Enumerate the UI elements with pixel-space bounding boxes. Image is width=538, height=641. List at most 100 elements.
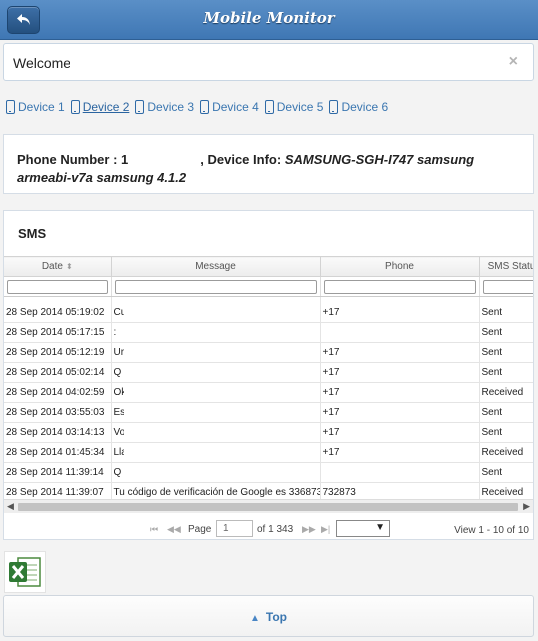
message-cell: Voy a bbox=[111, 422, 321, 443]
message-redacted bbox=[123, 443, 319, 462]
phone-icon bbox=[264, 100, 274, 114]
excel-export-icon[interactable] bbox=[4, 551, 46, 593]
message-cell: Q ha bbox=[111, 362, 321, 383]
message-cell: Urb la bbox=[111, 342, 321, 363]
table-row[interactable]: 28 Sep 2014 05:12:19Urb la+17Sent bbox=[4, 342, 533, 363]
sms-panel: SMS Date⬍ Message Phone SMS Status bbox=[3, 210, 534, 540]
close-icon[interactable]: × bbox=[509, 53, 518, 71]
sort-icon[interactable]: ⬍ bbox=[66, 262, 73, 271]
date-cell: 28 Sep 2014 03:14:13 bbox=[4, 422, 112, 443]
phone-redacted bbox=[338, 383, 459, 402]
column-header-phone[interactable]: Phone bbox=[320, 256, 480, 277]
message-redacted bbox=[123, 463, 319, 482]
message-filter-input[interactable] bbox=[114, 279, 317, 294]
page-count: of 1 343 bbox=[257, 524, 294, 535]
phone-number-value: 1 bbox=[121, 152, 129, 167]
device-info-label: , Device Info: bbox=[200, 152, 282, 167]
phone-redacted bbox=[338, 343, 459, 362]
prev-page-icon[interactable]: ◀◀ bbox=[167, 524, 181, 535]
up-arrow-icon: ▲ bbox=[249, 613, 260, 624]
phone-icon bbox=[6, 100, 15, 114]
horizontal-scrollbar[interactable]: ◀ ▶ bbox=[4, 499, 533, 513]
phone-number-label: Phone Number : bbox=[17, 152, 118, 167]
table-row[interactable]: 28 Sep 2014 05:19:02Cuan+17Sent bbox=[4, 302, 533, 323]
device-link-label: Device 3 bbox=[147, 100, 195, 114]
sms-table: Date⬍ Message Phone SMS Status 28 Sep 20… bbox=[4, 256, 533, 503]
scroll-right-icon[interactable]: ▶ bbox=[523, 501, 530, 512]
app-title: Mobile Monitor bbox=[203, 9, 335, 27]
status-filter-input[interactable] bbox=[482, 279, 533, 294]
message-redacted bbox=[123, 363, 319, 382]
welcome-user-redacted bbox=[70, 54, 215, 72]
message-redacted bbox=[123, 403, 319, 422]
phone-cell: +17 bbox=[320, 362, 480, 383]
first-page-icon[interactable]: ⏮ bbox=[150, 524, 158, 535]
message-redacted bbox=[123, 343, 319, 362]
phone-icon bbox=[135, 100, 145, 114]
page-label: Page bbox=[188, 524, 212, 535]
device-link-5[interactable]: Device 5 bbox=[264, 97, 324, 117]
message-cell: Ok bbox=[111, 382, 321, 403]
rows-per-page-select[interactable]: ▼ bbox=[336, 520, 390, 537]
column-header-date[interactable]: Date ⬍ bbox=[4, 256, 112, 277]
device-link-label: Device 1 bbox=[18, 100, 65, 114]
table-row[interactable]: 28 Sep 2014 05:17:15: Sent bbox=[4, 322, 533, 343]
sms-title: SMS bbox=[18, 226, 47, 241]
device-link-6[interactable]: Device 6 bbox=[329, 97, 388, 117]
device-link-1[interactable]: Device 1 bbox=[6, 97, 65, 117]
sms-header-row: Date⬍ Message Phone SMS Status bbox=[4, 256, 533, 277]
device-link-4[interactable]: Device 4 bbox=[200, 97, 259, 117]
top-button[interactable]: ▲ Top bbox=[3, 595, 534, 637]
device-tabs: Device 1 Device 2 Device 3 Device 4 Devi… bbox=[6, 97, 388, 117]
phone-cell: +17 bbox=[320, 382, 480, 403]
phone-redacted bbox=[338, 423, 459, 442]
next-page-icon[interactable]: ▶▶ bbox=[302, 524, 316, 535]
device-link-label: Device 5 bbox=[276, 100, 324, 114]
device-link-label: Device 2 bbox=[82, 100, 130, 114]
phone-cell bbox=[320, 322, 480, 343]
message-cell: Llama bbox=[111, 442, 321, 463]
device-link-label: Device 4 bbox=[212, 100, 259, 114]
phone-cell: +17 bbox=[320, 422, 480, 443]
message-redacted bbox=[123, 323, 319, 342]
table-row[interactable]: 28 Sep 2014 04:02:59 Ok +17 Received bbox=[4, 382, 533, 403]
status-cell: Sent bbox=[479, 362, 533, 383]
phone-redacted bbox=[338, 403, 459, 422]
table-row[interactable]: 28 Sep 2014 01:45:34Llama+17Received bbox=[4, 442, 533, 463]
table-row[interactable]: 28 Sep 2014 05:02:14Q ha+17Sent bbox=[4, 362, 533, 383]
chevron-down-icon: ▼ bbox=[375, 522, 385, 533]
table-row[interactable]: 28 Sep 2014 03:55:03Estoy+17Sent bbox=[4, 402, 533, 423]
last-page-icon[interactable]: ▶| bbox=[321, 524, 330, 535]
device-link-3[interactable]: Device 3 bbox=[135, 97, 194, 117]
scroll-thumb[interactable] bbox=[18, 503, 518, 511]
message-redacted bbox=[123, 302, 319, 322]
message-cell: Q bbox=[111, 462, 321, 483]
status-cell: Sent bbox=[479, 462, 533, 483]
device-link-2[interactable]: Device 2 bbox=[70, 97, 130, 117]
message-cell: : bbox=[111, 322, 321, 343]
phone-filter-input[interactable] bbox=[323, 279, 476, 294]
date-cell: 28 Sep 2014 04:02:59 bbox=[4, 382, 112, 403]
device-info-panel: Phone Number : 1, Device Info: SAMSUNG-S… bbox=[3, 134, 534, 194]
table-row[interactable]: 28 Sep 2014 03:14:13Voy a+17Sent bbox=[4, 422, 533, 443]
message-cell: Estoy bbox=[111, 402, 321, 423]
phone-redacted bbox=[338, 323, 459, 342]
welcome-text: Welcome bbox=[13, 55, 72, 71]
date-filter-input[interactable] bbox=[7, 279, 108, 294]
view-info: View 1 - 10 of 10 bbox=[454, 525, 529, 536]
phone-cell: +17 bbox=[320, 442, 480, 463]
table-row[interactable]: 28 Sep 2014 11:39:14 Q Sent bbox=[4, 462, 533, 483]
phone-redacted bbox=[338, 302, 459, 322]
date-cell: 28 Sep 2014 11:39:14 bbox=[4, 462, 112, 483]
status-cell: Sent bbox=[479, 342, 533, 363]
status-cell: Received bbox=[479, 442, 533, 463]
page-input[interactable]: 1 bbox=[216, 520, 253, 537]
welcome-bar: Welcome × bbox=[3, 43, 534, 81]
column-header-status[interactable]: SMS Status bbox=[479, 256, 533, 277]
scroll-left-icon[interactable]: ◀ bbox=[7, 501, 14, 512]
status-cell: Sent bbox=[479, 422, 533, 443]
column-header-message[interactable]: Message bbox=[111, 256, 321, 277]
message-cell: Cuan bbox=[111, 302, 321, 323]
date-cell: 28 Sep 2014 01:45:34 bbox=[4, 442, 112, 463]
phone-icon bbox=[70, 100, 80, 114]
